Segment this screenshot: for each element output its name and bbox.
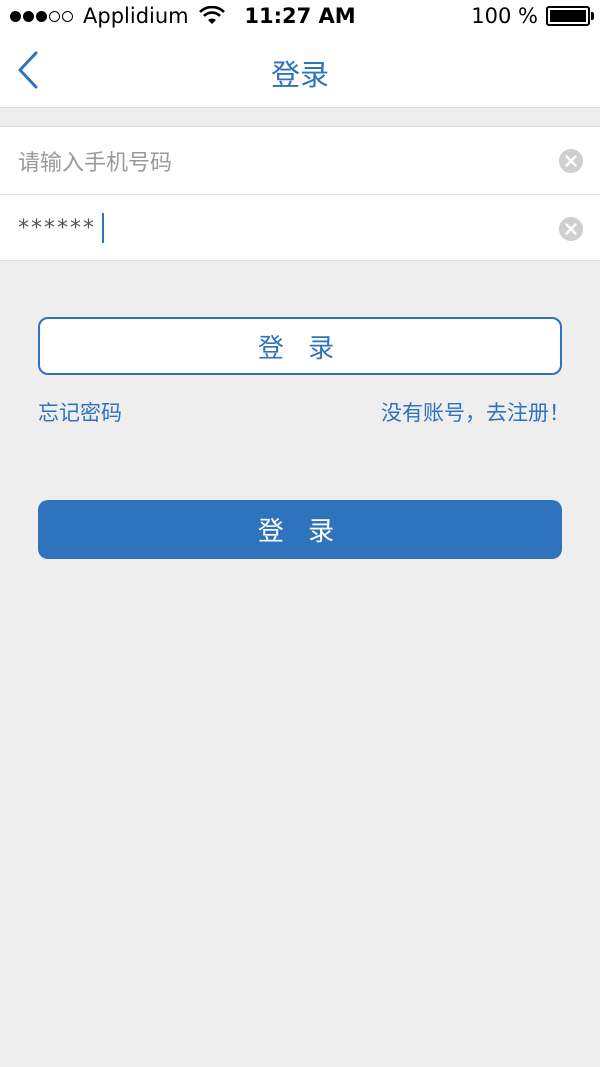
page-title: 登录: [270, 58, 329, 92]
status-right: 100 %: [471, 4, 594, 28]
phone-field[interactable]: 请输入手机号码: [0, 127, 600, 194]
battery-icon: [546, 6, 594, 26]
login-outline-button[interactable]: 登 录: [38, 317, 562, 375]
battery-percent: 100 %: [471, 4, 538, 28]
clear-icon[interactable]: [559, 149, 583, 173]
login-form: 请输入手机号码 ******: [0, 126, 600, 261]
status-bar: Applidium 11:27 AM 100 %: [0, 0, 600, 34]
login-button[interactable]: 登 录: [38, 500, 562, 559]
login-screen: Applidium 11:27 AM 100 % 登录 请输入手机号码 ****…: [0, 0, 600, 1067]
text-cursor: [102, 213, 104, 243]
phone-placeholder: 请输入手机号码: [18, 150, 173, 176]
link-row: 忘记密码 没有账号，去注册！: [38, 397, 570, 427]
nav-bar: 登录: [0, 34, 600, 108]
password-field[interactable]: ******: [0, 194, 600, 261]
password-value: ******: [18, 215, 96, 241]
clear-icon[interactable]: [559, 217, 583, 241]
register-link[interactable]: 没有账号，去注册！: [381, 397, 570, 427]
forgot-password-link[interactable]: 忘记密码: [38, 397, 122, 427]
